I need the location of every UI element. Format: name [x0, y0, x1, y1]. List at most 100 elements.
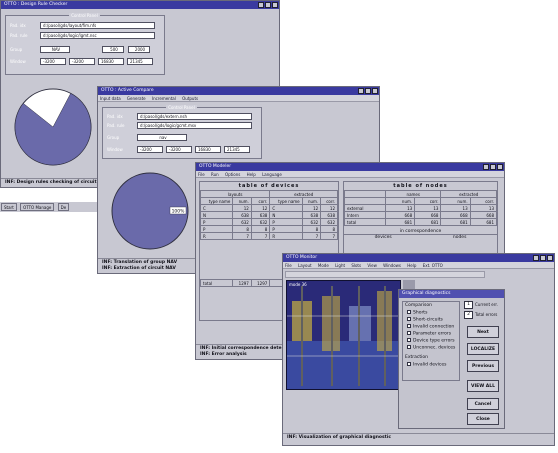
node-cell: 681	[469, 218, 498, 226]
pad-idx-field[interactable]: d:/pasol/gds/extern.nsh	[137, 113, 252, 120]
menu-view[interactable]: View	[367, 263, 377, 268]
close-button[interactable]	[272, 2, 278, 8]
view-all-button[interactable]: VIEW ALL	[467, 380, 499, 392]
menu-light[interactable]: Light	[335, 263, 345, 268]
device-cell: P	[199, 225, 234, 233]
window-x2[interactable]: 16830	[98, 58, 124, 65]
minimize-button[interactable]	[358, 88, 364, 94]
extra-field-1[interactable]: 500	[102, 46, 124, 53]
pad-rule-label: Pad. rule	[10, 33, 28, 38]
device-cell: 12	[301, 204, 322, 212]
drc-titlebar[interactable]: OTTO : Design Rule Checker	[1, 1, 279, 9]
modeler-titlebar[interactable]: OTTO Modeler	[196, 163, 504, 171]
node-cell: 668	[440, 211, 471, 219]
minimize-button[interactable]	[483, 164, 489, 170]
menu-language[interactable]: Language	[262, 172, 282, 177]
window-label: Window	[107, 147, 123, 152]
option-invalid-devices[interactable]: Invalid devices	[407, 362, 447, 369]
menu-slots[interactable]: Slots	[351, 263, 361, 268]
device-cell: 638	[232, 211, 252, 219]
pad-rule-field[interactable]: d:/pasol/gds/logic/lgmt.nsc	[40, 32, 155, 39]
close-button[interactable]	[497, 164, 503, 170]
minimize-button[interactable]	[258, 2, 264, 8]
node-cell: 681	[414, 218, 442, 226]
menu-incremental[interactable]: Incremental	[152, 96, 176, 101]
device-cell: 632	[320, 218, 338, 226]
option-short-circuits[interactable]: Short-circuits	[407, 317, 443, 324]
next-button[interactable]: Next	[467, 326, 499, 338]
option-shorts[interactable]: Shorts	[407, 310, 427, 317]
total-err-value[interactable]: 2	[464, 311, 473, 319]
minimize-button[interactable]	[533, 255, 539, 261]
window-y1[interactable]: -3200	[69, 58, 95, 65]
pie-percent-label: 100%	[172, 209, 186, 215]
maximize-button[interactable]	[365, 88, 371, 94]
pad-idx-field[interactable]: d:/pasol/gds/layout/fim.nfs	[40, 22, 155, 29]
device-cell: C	[199, 204, 234, 212]
drc-title: OTTO : Design Rule Checker	[4, 2, 68, 7]
menu-options[interactable]: Options	[225, 172, 240, 177]
node-cell: 13	[414, 204, 442, 212]
current-err-value[interactable]: 1	[464, 301, 473, 309]
extraction-label: Extraction	[405, 355, 428, 360]
maximize-button[interactable]	[490, 164, 496, 170]
monitor-menubar: File Layout Mode Light Slots View Window…	[283, 262, 554, 269]
diag-titlebar[interactable]: Graphical diagnostics	[399, 290, 504, 298]
window-y1[interactable]: -3200	[166, 146, 192, 153]
menu-help[interactable]: Help	[247, 172, 256, 177]
corr-devices: devices	[374, 235, 392, 240]
dev-group-extracted: extracted	[269, 190, 338, 198]
menu-layout[interactable]: Layout	[298, 263, 312, 268]
menu-generate[interactable]: Generate	[127, 96, 146, 101]
layout-canvas[interactable]: mode 36	[286, 280, 401, 390]
option-device-type-errors[interactable]: Device type errors	[407, 338, 455, 345]
modeler-menubar: File Run Options Help Language	[196, 171, 504, 178]
menu-mode[interactable]: Mode	[318, 263, 329, 268]
dev-col: type name	[269, 197, 303, 205]
group-field[interactable]: nav	[137, 134, 187, 141]
device-cell: 7	[320, 232, 338, 240]
close-button[interactable]	[547, 255, 553, 261]
node-cell: 668	[385, 211, 416, 219]
maximize-button[interactable]	[265, 2, 271, 8]
toolbar	[285, 271, 485, 278]
option-parameter-errors[interactable]: Parameter errors	[407, 331, 451, 338]
menu-input-data[interactable]: Input data	[100, 96, 121, 101]
taskbar-item-de[interactable]: De	[57, 203, 70, 211]
device-cell: N	[199, 211, 234, 219]
compare-title: OTTO : Active Compare	[101, 88, 154, 93]
previous-button[interactable]: Previous	[467, 360, 499, 372]
monitor-title: OTTO Monitor	[286, 255, 318, 260]
close-button[interactable]	[372, 88, 378, 94]
close-button[interactable]: Close	[467, 413, 499, 425]
cancel-button[interactable]: Cancel	[467, 398, 499, 410]
window-x2[interactable]: 16830	[195, 146, 221, 153]
panel-title: Control Panel	[166, 105, 197, 110]
extra-field-2[interactable]: 2000	[128, 46, 150, 53]
menu-outputs[interactable]: Outputs	[182, 96, 198, 101]
compare-titlebar[interactable]: OTTO : Active Compare	[98, 87, 379, 95]
pad-rule-field[interactable]: d:/pasol/gds/logic/gcmt.msv	[137, 122, 252, 129]
menu-help[interactable]: Help	[407, 263, 416, 268]
node-cell: 681	[440, 218, 471, 226]
option-unconnec-devices[interactable]: Unconnec. devices	[407, 345, 455, 352]
window-y2[interactable]: 21345	[127, 58, 153, 65]
menu-run[interactable]: Run	[211, 172, 219, 177]
menu-ext-otto[interactable]: Ext. OTTO	[423, 263, 443, 268]
monitor-titlebar[interactable]: OTTO Monitor	[283, 254, 554, 262]
window-y2[interactable]: 21345	[224, 146, 250, 153]
dev-total-corr: 1297	[250, 279, 271, 287]
window-x1[interactable]: -3200	[137, 146, 163, 153]
menu-file[interactable]: File	[198, 172, 205, 177]
localize-button[interactable]: LOCALIZE	[467, 343, 499, 355]
taskbar-item-manage[interactable]: OTTO Manage	[20, 203, 55, 211]
checkbox-icon	[407, 317, 411, 321]
window-x1[interactable]: -3200	[40, 58, 66, 65]
menu-windows[interactable]: Windows	[383, 263, 401, 268]
group-field[interactable]: NAV	[40, 46, 70, 53]
taskbar-start[interactable]: Start	[1, 203, 17, 211]
option-invalid-connection[interactable]: Invalid connection	[407, 324, 454, 331]
menu-file[interactable]: File	[285, 263, 292, 268]
dev-col: corr.	[320, 197, 338, 205]
maximize-button[interactable]	[540, 255, 546, 261]
